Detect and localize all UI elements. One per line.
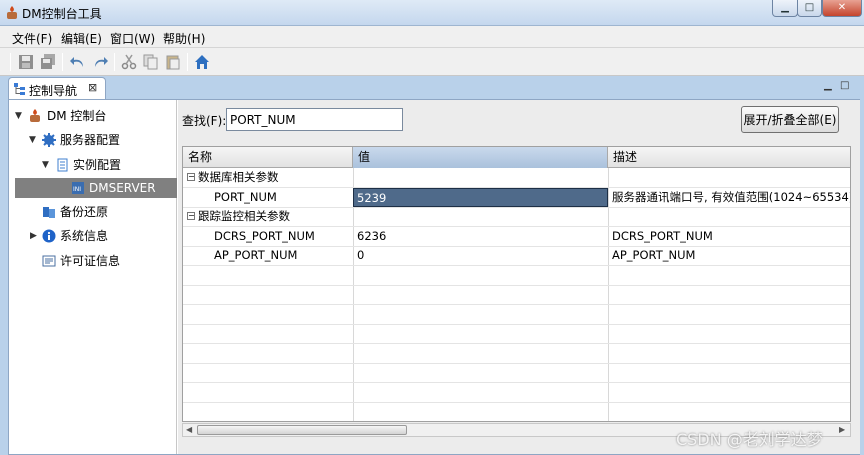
column-header-value[interactable]: 值 (353, 147, 608, 168)
param-name-cell[interactable]: AP_PORT_NUM (214, 246, 297, 265)
license-icon (42, 255, 56, 267)
row-divider (183, 285, 850, 286)
view-maximize-icon[interactable]: □ (840, 81, 850, 91)
group-collapse-icon[interactable]: − (187, 212, 195, 220)
menu-help[interactable]: 帮助(H) (163, 30, 205, 47)
tree-item-instance-config[interactable]: ▼ 实例配置 (9, 155, 177, 175)
toolbar-separator (114, 53, 115, 71)
param-description-cell: DCRS_PORT_NUM (612, 229, 713, 243)
close-button[interactable]: ✕ (822, 0, 862, 17)
row-divider (183, 343, 850, 344)
window-titlebar: DM控制台工具 ▁ □ ✕ (0, 0, 864, 26)
copy-icon[interactable] (143, 54, 159, 70)
backup-icon (43, 207, 55, 218)
parameter-editor: 查找(F): 展开/折叠全部(E) 名称 值 描述 − (178, 100, 860, 454)
watermark: CSDN @老刘学达梦 (676, 430, 823, 449)
tree-expanded-arrow-icon[interactable]: ▼ (42, 155, 52, 175)
menu-window[interactable]: 窗口(W) (110, 30, 155, 47)
paste-icon[interactable] (165, 54, 181, 70)
tree-expanded-arrow-icon[interactable]: ▼ (29, 130, 39, 150)
view-tab-strip: 控制导航 ⊠ ▁ □ (8, 77, 860, 99)
column-header-name[interactable]: 名称 (183, 147, 353, 168)
param-value-cell[interactable]: 6236 (357, 227, 386, 246)
row-divider (183, 382, 850, 383)
tree-item-license-info[interactable]: 许可证信息 (9, 251, 177, 271)
group-row-title[interactable]: 跟踪监控相关参数 (198, 207, 290, 226)
redo-icon[interactable] (92, 54, 108, 70)
row-divider (183, 324, 850, 325)
param-value-cell[interactable]: 5239 (353, 188, 608, 207)
tree-item-label: 系统信息 (60, 229, 109, 243)
menu-file[interactable]: 文件(F) (12, 30, 52, 47)
param-name-cell[interactable]: DCRS_PORT_NUM (214, 227, 315, 246)
expand-collapse-all-button[interactable]: 展开/折叠全部(E) (741, 106, 839, 133)
tree-item-label: 实例配置 (73, 158, 122, 172)
scroll-left-icon[interactable]: ◀ (186, 424, 192, 436)
row-divider (183, 265, 850, 266)
tab-label: 控制导航 (29, 84, 78, 98)
row-divider (183, 304, 850, 305)
scrollbar-thumb[interactable] (197, 425, 407, 435)
column-header-description[interactable]: 描述 (608, 147, 850, 168)
param-description-cell: AP_PORT_NUM (612, 248, 696, 262)
menu-bar: 文件(F) 编辑(E) 窗口(W) 帮助(H) (0, 26, 864, 48)
navigation-tree-icon (14, 83, 25, 95)
tree-item-label: 备份还原 (60, 205, 109, 219)
tree-item-backup-restore[interactable]: 备份还原 (9, 202, 177, 222)
list-config-icon (57, 158, 68, 172)
toolbar-separator (187, 53, 188, 71)
group-collapse-icon[interactable]: − (187, 173, 195, 181)
tree-item-system-info[interactable]: ▶ 系统信息 (9, 226, 177, 246)
home-icon[interactable] (194, 54, 210, 70)
cut-icon[interactable] (121, 54, 137, 70)
tab-control-navigation[interactable]: 控制导航 ⊠ (8, 77, 106, 99)
param-description-cell: 服务器通讯端口号, 有效值范围(1024~65534) (612, 190, 851, 204)
parameter-grid: 名称 值 描述 − 数据库相关参数 PORT_NUM 5239 服务器通讯端口号… (182, 146, 851, 422)
param-value-cell[interactable]: 0 (357, 246, 364, 265)
row-divider (183, 363, 850, 364)
tree-item-server-config[interactable]: ▼ 服务器配置 (9, 130, 177, 150)
navigation-tree: ▼ DM 控制台 ▼ 服务器配置 ▼ 实例配置 INI DMSERVER 备份还… (9, 100, 177, 454)
group-row-title[interactable]: 数据库相关参数 (198, 168, 279, 187)
menu-edit[interactable]: 编辑(E) (61, 30, 102, 47)
info-icon (42, 229, 56, 243)
tree-collapsed-arrow-icon[interactable]: ▶ (30, 226, 40, 246)
tree-item-dm-console[interactable]: ▼ DM 控制台 (9, 106, 177, 126)
param-name-cell[interactable]: PORT_NUM (214, 188, 277, 207)
tree-expanded-arrow-icon[interactable]: ▼ (15, 106, 25, 126)
console-icon (30, 109, 40, 122)
save-all-icon[interactable] (40, 54, 56, 70)
row-divider (183, 402, 850, 403)
maximize-button[interactable]: □ (797, 0, 822, 17)
view-minimize-icon[interactable]: ▁ (824, 81, 834, 91)
main-panel: ▼ DM 控制台 ▼ 服务器配置 ▼ 实例配置 INI DMSERVER 备份还… (8, 99, 860, 455)
search-label: 查找(F): (182, 114, 227, 128)
tree-item-dmserver[interactable]: INI DMSERVER (15, 178, 177, 198)
toolbar (0, 48, 864, 76)
save-icon[interactable] (18, 54, 34, 70)
toolbar-separator (10, 53, 11, 71)
svg-text:INI: INI (73, 186, 81, 193)
tab-close-icon[interactable]: ⊠ (88, 81, 97, 94)
gear-icon (42, 133, 56, 147)
tree-item-label: DM 控制台 (47, 109, 107, 123)
undo-icon[interactable] (70, 54, 86, 70)
tree-item-label: DMSERVER (89, 181, 156, 195)
ini-file-icon: INI (72, 182, 84, 194)
window-title: DM控制台工具 (22, 7, 102, 21)
tree-item-label: 服务器配置 (60, 133, 121, 147)
search-input[interactable] (226, 108, 403, 131)
minimize-button[interactable]: ▁ (772, 0, 798, 17)
scroll-right-icon[interactable]: ▶ (839, 424, 845, 436)
app-icon (7, 6, 17, 19)
tree-item-label: 许可证信息 (60, 254, 121, 268)
grid-header: 名称 值 描述 (183, 147, 850, 168)
toolbar-separator (62, 53, 63, 71)
